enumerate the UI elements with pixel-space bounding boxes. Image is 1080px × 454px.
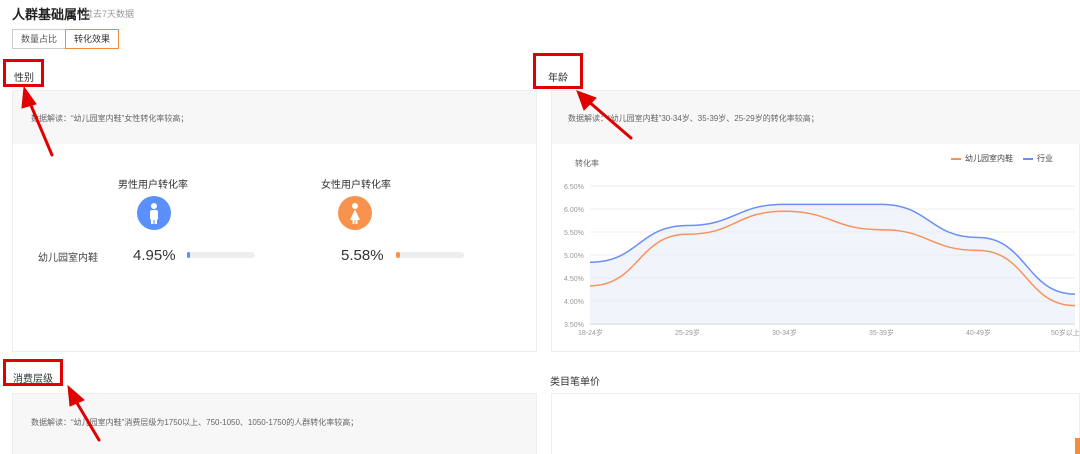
y-tick-label: 4.50% — [564, 276, 584, 283]
x-tick-label: 30-34岁 — [772, 328, 797, 337]
y-tick-label: 3.50% — [564, 322, 584, 329]
age-insight-text: 数据解读：“幼儿园室内鞋”30-34岁、35-39岁、25-29岁的转化率较高； — [568, 114, 819, 123]
y-tick-label: 5.50% — [564, 230, 584, 237]
x-tick-label: 35-39岁 — [869, 328, 894, 337]
gender-row-label: 幼儿园室内鞋 — [38, 253, 98, 264]
y-tick-label: 5.00% — [564, 253, 584, 260]
age-insight-band: 数据解读：“幼儿园室内鞋”30-34岁、35-39岁、25-29岁的转化率较高； — [552, 91, 1080, 144]
gender-insight-text: 数据解读：“幼儿园室内鞋”女性转化率较高； — [31, 114, 189, 123]
tab-conversion-effect[interactable]: 转化效果 — [65, 29, 120, 49]
scroll-to-top-tab[interactable] — [1075, 438, 1080, 454]
consumption-insight-text: 数据解读：“幼儿园室内鞋”消费层级为1750以上、750-1050、1050-1… — [31, 418, 359, 427]
gender-insight-band: 数据解读：“幼儿园室内鞋”女性转化率较高； — [13, 91, 536, 144]
view-toggle: 数量占比 转化效果 — [12, 29, 120, 49]
industry-area — [590, 204, 1075, 324]
page-subtitle: 过去7天数据 — [84, 9, 135, 19]
male-user-icon — [137, 196, 171, 230]
gender-card: 数据解读：“幼儿园室内鞋”女性转化率较高； 男性用户转化率 女性用户转化率 幼儿… — [12, 90, 537, 352]
highlight-box-gender — [3, 59, 44, 87]
male-conversion-bar — [187, 252, 255, 258]
unit-price-card — [551, 393, 1080, 454]
female-conversion-value: 5.58% — [341, 247, 384, 264]
y-tick-label: 6.00% — [564, 207, 584, 214]
age-chart-legend: 幼儿园室内鞋 行业 — [951, 153, 1053, 164]
consumption-insight-band: 数据解读：“幼儿园室内鞋”消费层级为1750以上、750-1050、1050-1… — [13, 394, 536, 454]
female-conversion-bar — [396, 252, 464, 258]
highlight-box-consumption — [3, 359, 63, 386]
female-user-icon — [338, 196, 372, 230]
y-tick-label: 4.00% — [564, 299, 584, 306]
male-conversion-bar-fill — [187, 252, 190, 258]
legend-swatch-shoes — [951, 157, 961, 160]
male-conversion-value: 4.95% — [133, 247, 176, 264]
legend-swatch-industry — [1023, 157, 1033, 160]
female-conversion-bar-fill — [396, 252, 400, 258]
age-chart-ylabel: 转化率 — [575, 159, 599, 168]
x-tick-label: 25-29岁 — [675, 328, 700, 337]
highlight-box-age — [533, 53, 583, 89]
x-tick-label: 18-24岁 — [578, 328, 603, 337]
male-conversion-title: 男性用户转化率 — [118, 180, 188, 191]
unit-price-section-title: 类目笔单价 — [550, 377, 600, 388]
female-conversion-title: 女性用户转化率 — [321, 180, 391, 191]
age-card: 数据解读：“幼儿园室内鞋”30-34岁、35-39岁、25-29岁的转化率较高；… — [551, 90, 1080, 352]
age-conversion-chart: 3.50% 4.00% 4.50% 5.00% 5.50% 6.00% 6.50% 18-2… — [564, 184, 1080, 337]
legend-label-shoes: 幼儿园室内鞋 — [965, 154, 1013, 163]
page-title: 人群基础属性 — [12, 7, 91, 22]
tab-quantity-share[interactable]: 数量占比 — [12, 29, 67, 49]
legend-label-industry: 行业 — [1037, 154, 1053, 163]
x-tick-label: 40-49岁 — [966, 328, 991, 337]
consumption-card: 数据解读：“幼儿园室内鞋”消费层级为1750以上、750-1050、1050-1… — [12, 393, 537, 454]
x-tick-label: 50岁以上 — [1051, 328, 1080, 337]
y-tick-label: 6.50% — [564, 184, 584, 191]
